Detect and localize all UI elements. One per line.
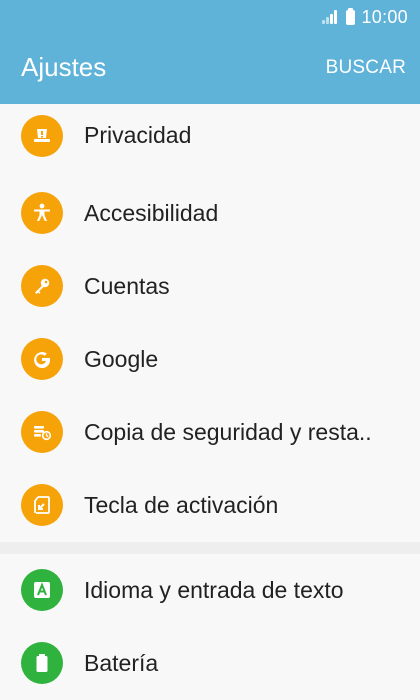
status-bar: 10:00 xyxy=(0,0,420,34)
settings-item-battery[interactable]: Batería xyxy=(0,627,420,700)
backup-restore-icon xyxy=(21,411,63,453)
section-divider xyxy=(0,542,420,554)
settings-item-label: Tecla de activación xyxy=(84,492,279,518)
settings-item-label: Cuentas xyxy=(84,273,170,299)
privacy-badge-icon xyxy=(21,115,63,157)
settings-item-label: Accesibilidad xyxy=(84,200,219,226)
signal-icon xyxy=(322,10,340,24)
language-a-icon xyxy=(21,569,63,611)
settings-item-accessibility[interactable]: Accesibilidad xyxy=(0,177,420,250)
settings-item-label: Privacidad xyxy=(84,122,192,148)
settings-item-backup-restore[interactable]: Copia de seguridad y resta.. xyxy=(0,396,420,469)
key-icon xyxy=(21,265,63,307)
settings-item-label: Batería xyxy=(84,650,159,676)
google-g-icon xyxy=(21,338,63,380)
accessibility-person-icon xyxy=(21,192,63,234)
status-time: 10:00 xyxy=(361,6,408,27)
page-title: Ajustes xyxy=(21,52,107,82)
settings-item-language-input[interactable]: Idioma y entrada de texto xyxy=(0,554,420,627)
settings-item-privacy[interactable]: Privacidad xyxy=(0,104,420,177)
settings-item-label: Google xyxy=(84,346,159,372)
battery-icon xyxy=(21,642,63,684)
status-icons: 10:00 xyxy=(322,6,408,28)
settings-item-google[interactable]: Google xyxy=(0,323,420,396)
settings-item-activation-key[interactable]: Tecla de activación xyxy=(0,469,420,542)
settings-item-label: Copia de seguridad y resta.. xyxy=(84,419,372,445)
settings-item-accounts[interactable]: Cuentas xyxy=(0,250,420,323)
settings-list: Privacidad Accesibilidad Cuentas Google xyxy=(0,104,420,700)
settings-item-label: Idioma y entrada de texto xyxy=(84,577,344,603)
search-button[interactable]: BUSCAR xyxy=(326,57,406,79)
battery-status-icon xyxy=(346,7,356,25)
activation-key-icon xyxy=(21,484,63,526)
app-bar: Ajustes BUSCAR xyxy=(0,34,420,104)
